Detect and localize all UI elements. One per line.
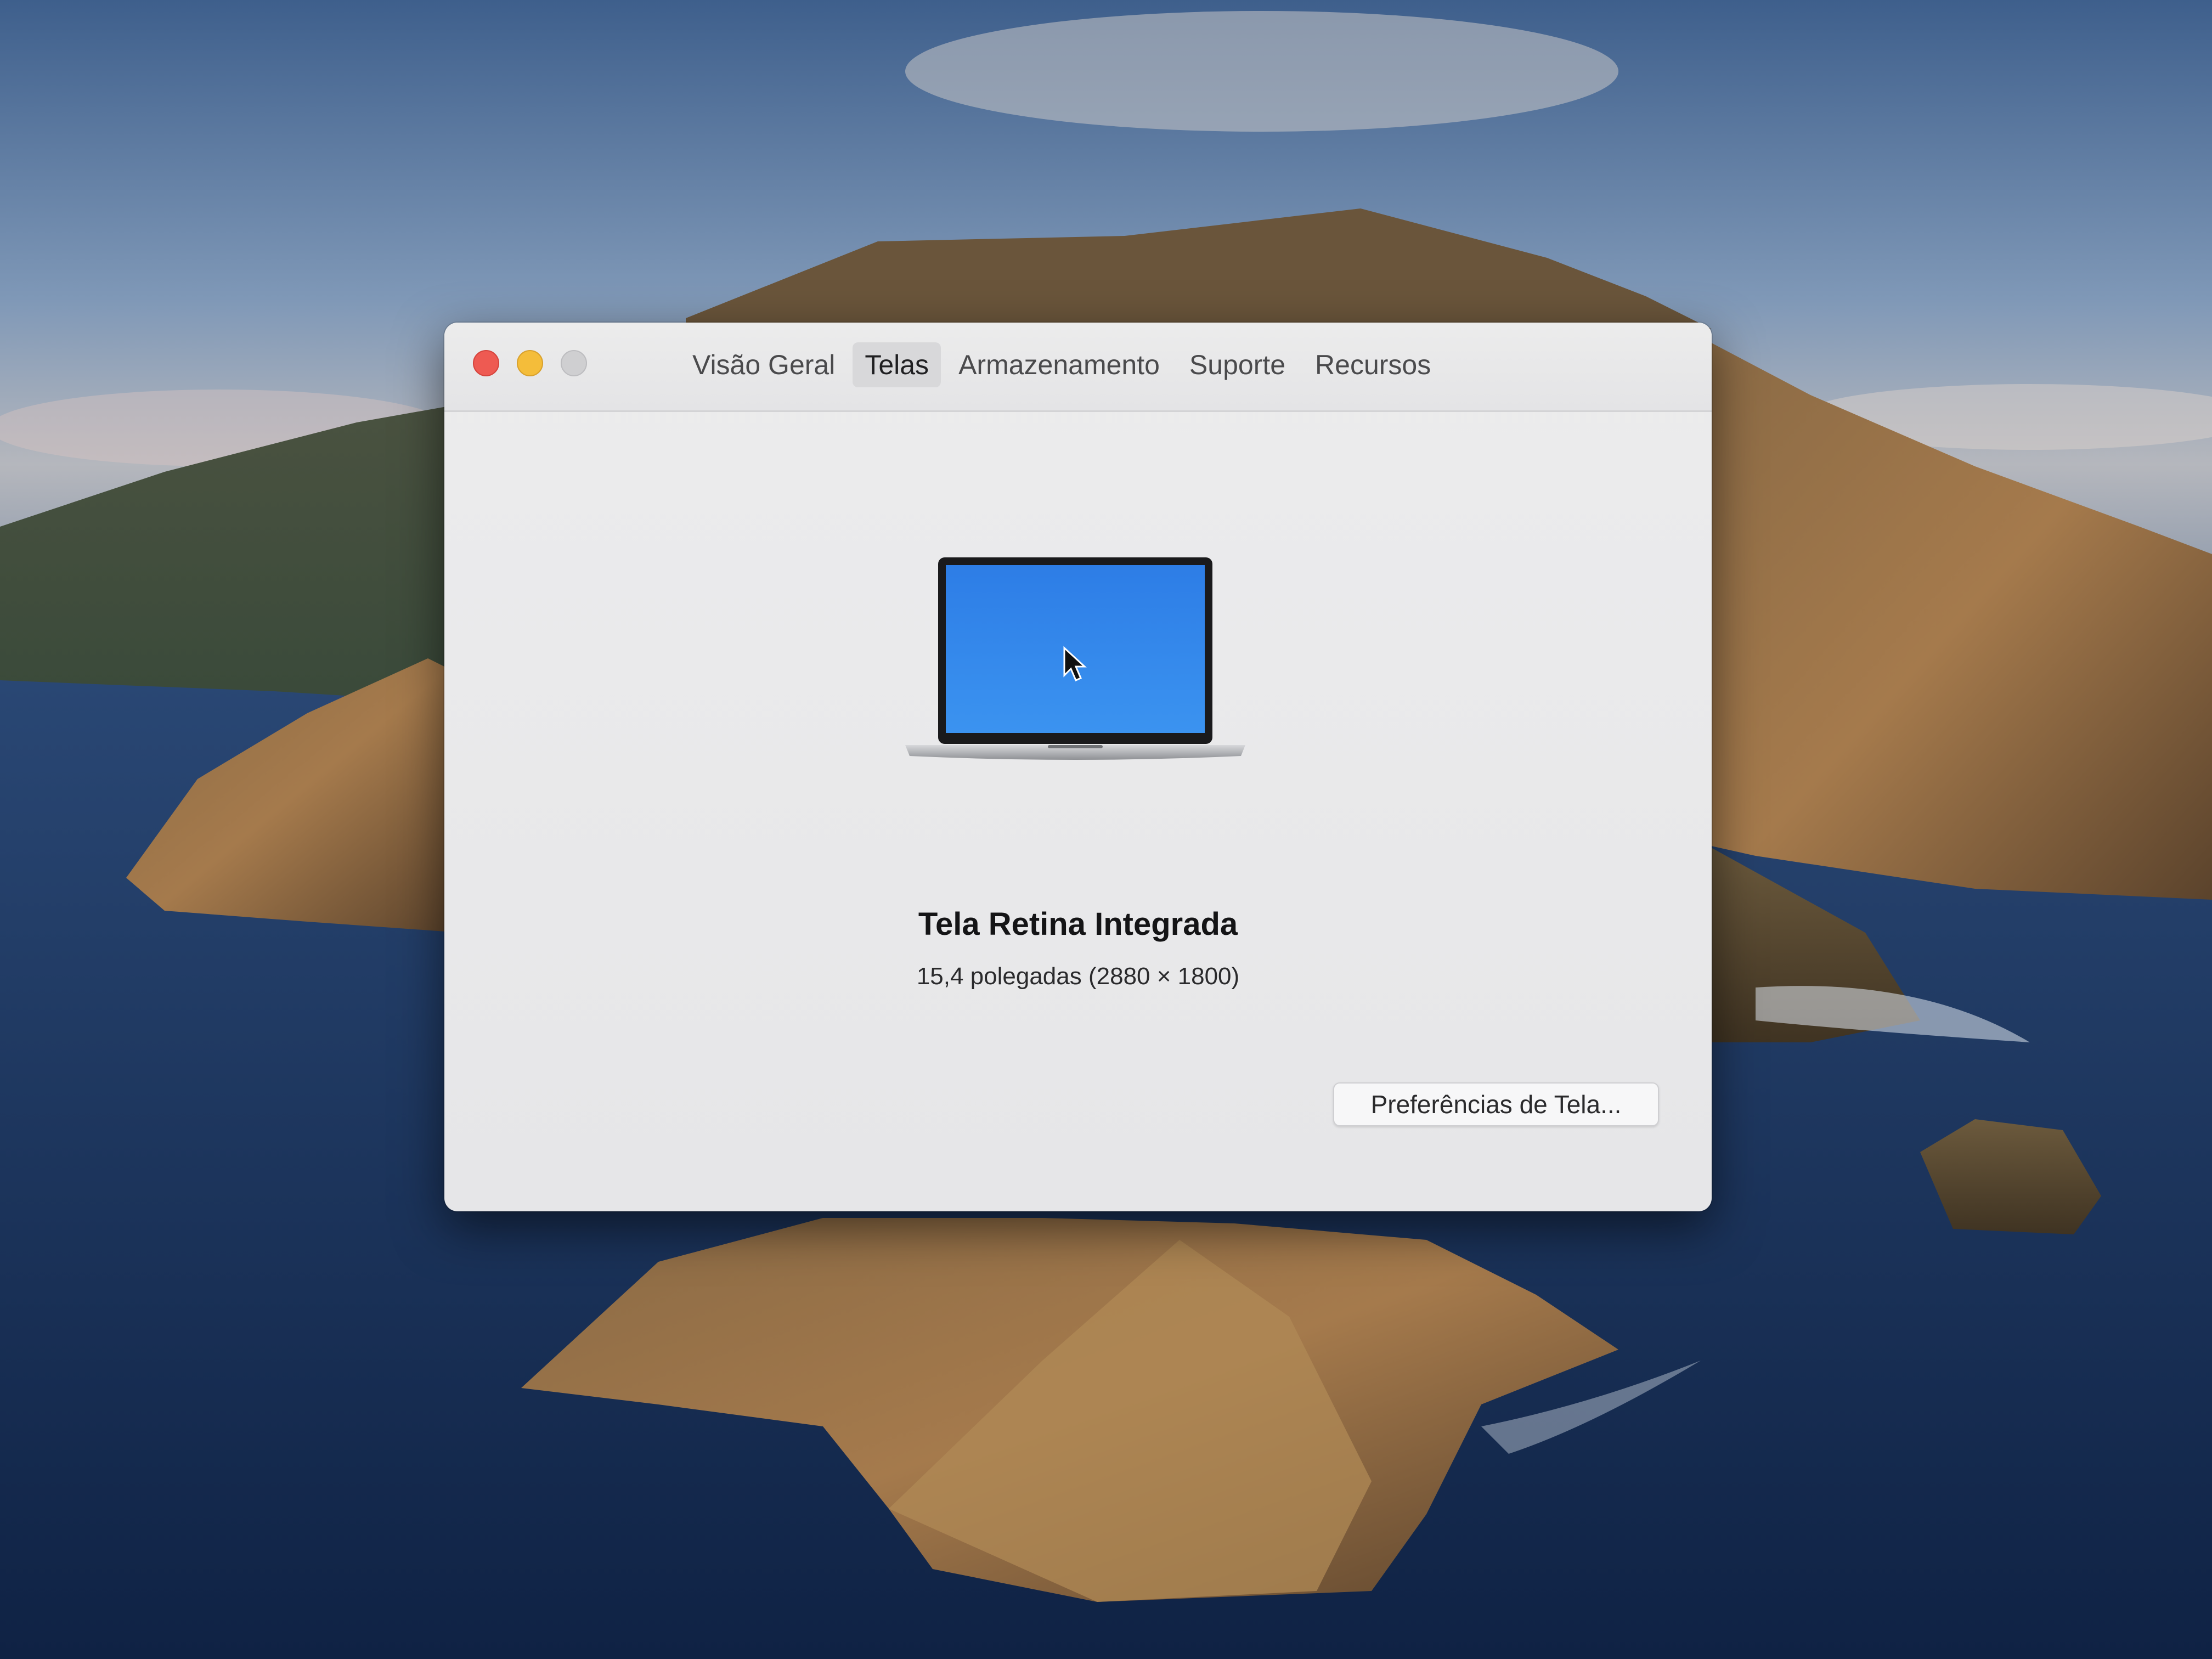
- laptop-icon: [905, 557, 1245, 760]
- tab-visao-geral[interactable]: Visão Geral: [680, 342, 847, 387]
- tab-telas[interactable]: Telas: [853, 342, 941, 387]
- zoom-icon: [561, 350, 587, 376]
- tab-armazenamento[interactable]: Armazenamento: [946, 342, 1172, 387]
- about-this-mac-window: Visão Geral Telas Armazenamento Suporte …: [444, 323, 1712, 1211]
- tab-suporte[interactable]: Suporte: [1177, 342, 1297, 387]
- displays-panel: Tela Retina Integrada 15,4 polegadas (28…: [444, 412, 1712, 1211]
- display-name: Tela Retina Integrada: [918, 906, 1238, 942]
- display-resolution: 15,4 polegadas (2880 × 1800): [916, 963, 1240, 990]
- desktop: Visão Geral Telas Armazenamento Suporte …: [0, 0, 2212, 1659]
- tab-recursos[interactable]: Recursos: [1303, 342, 1443, 387]
- close-icon[interactable]: [473, 350, 499, 376]
- display-preferences-button[interactable]: Preferências de Tela...: [1333, 1082, 1659, 1126]
- tab-bar: Visão Geral Telas Armazenamento Suporte …: [680, 340, 1448, 390]
- minimize-icon[interactable]: [517, 350, 543, 376]
- window-titlebar: Visão Geral Telas Armazenamento Suporte …: [444, 323, 1712, 412]
